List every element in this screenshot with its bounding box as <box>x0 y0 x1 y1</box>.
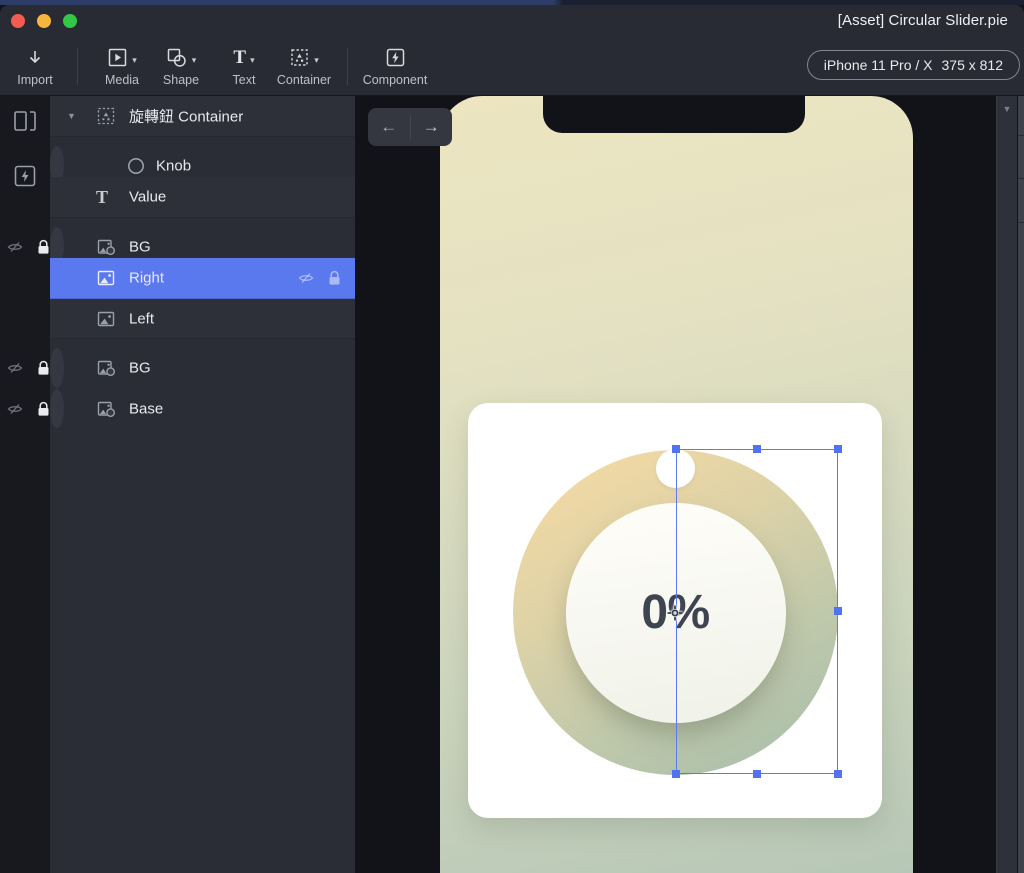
history-nav: ← → <box>368 108 452 146</box>
anchor-cursor-icon <box>666 604 684 622</box>
lock-icon[interactable] <box>328 270 341 286</box>
close-button[interactable] <box>11 14 25 28</box>
media-label: Media <box>104 73 140 87</box>
app-window: [Asset] Circular Slider.pie Import ▾ Med… <box>0 5 1024 873</box>
layer-row-base[interactable]: Base <box>7 388 163 429</box>
caret-down-icon: ▾ <box>191 55 197 65</box>
forward-button[interactable]: → <box>410 117 452 137</box>
main-area: ▼ 旋轉鈕 Container Knob T Value BG Right Le… <box>0 96 1024 873</box>
caret-down-icon: ▾ <box>250 55 255 65</box>
container-label: Container <box>276 73 332 87</box>
component-label: Component <box>362 73 428 87</box>
disclosure-down-icon[interactable]: ▼ <box>67 111 76 121</box>
canvas[interactable]: 0% ← → ▼ <box>355 96 1024 873</box>
selection-handle-top-right[interactable] <box>833 444 842 453</box>
lock-icon[interactable] <box>37 360 50 376</box>
layer-name: Right <box>129 269 165 287</box>
image-mask-layer-icon <box>96 237 118 257</box>
layer-row-left[interactable]: Left <box>50 298 355 339</box>
import-button[interactable]: Import <box>8 44 62 87</box>
left-rail <box>0 96 50 873</box>
layer-name: Knob <box>156 157 192 175</box>
minimize-button[interactable] <box>37 14 51 28</box>
trigger-panel-button[interactable] <box>13 164 37 188</box>
container-layer-icon <box>96 106 116 126</box>
zoom-button[interactable] <box>63 14 77 28</box>
trigger-lightning-icon <box>13 164 37 188</box>
container-icon <box>289 47 310 68</box>
lock-icon[interactable] <box>37 239 50 255</box>
selection-handle-top-center[interactable] <box>752 444 761 453</box>
shape-icon <box>166 47 188 69</box>
caret-down-icon: ▾ <box>132 55 137 65</box>
selection-handle-middle-right[interactable] <box>833 607 842 615</box>
scroll-up-arrow-icon[interactable]: ▼ <box>997 104 1017 114</box>
image-layer-icon <box>96 268 116 288</box>
visibility-hidden-icon[interactable] <box>6 240 24 254</box>
layer-row-value[interactable]: T Value <box>50 177 355 218</box>
visibility-hidden-icon[interactable] <box>297 271 315 285</box>
toolbar-divider <box>77 48 78 85</box>
device-size: 375 x 812 <box>941 57 1004 73</box>
visibility-hidden-icon[interactable] <box>6 361 24 375</box>
toolbar-divider <box>347 48 348 85</box>
titlebar: [Asset] Circular Slider.pie <box>0 5 1024 36</box>
media-icon <box>107 47 128 68</box>
toolbar: Import ▾ Media ▾ Shape T ▾ Text ▾ Contai… <box>0 36 1024 96</box>
image-layer-icon <box>96 309 116 329</box>
caret-down-icon: ▾ <box>314 55 319 65</box>
layer-name: BG <box>129 359 151 377</box>
slider-card: 0% <box>468 403 882 818</box>
layers-panel: ▼ 旋轉鈕 Container Knob T Value BG Right Le… <box>7 96 355 873</box>
oval-layer-icon <box>126 156 146 176</box>
canvas-scrollbar[interactable]: ▼ <box>996 96 1017 873</box>
layers-panel-toggle-button[interactable] <box>13 109 37 133</box>
shape-button[interactable]: ▾ Shape <box>150 44 212 87</box>
container-button[interactable]: ▾ Container <box>262 44 346 87</box>
visibility-hidden-icon[interactable] <box>6 402 24 416</box>
import-icon <box>8 44 62 71</box>
lock-icon[interactable] <box>37 401 50 417</box>
import-label: Import <box>17 73 53 87</box>
shape-label: Shape <box>162 73 200 87</box>
layer-name: BG <box>129 238 151 256</box>
layer-row-container[interactable]: ▼ 旋轉鈕 Container <box>50 96 355 137</box>
back-button[interactable]: ← <box>368 117 410 137</box>
selection-box[interactable] <box>671 444 842 778</box>
layer-name: Left <box>129 310 155 328</box>
right-panel-edge <box>1018 96 1024 873</box>
layer-name: Value <box>129 188 167 206</box>
panel-toggle-icon <box>13 110 37 132</box>
selection-handle-bottom-left[interactable] <box>671 769 680 778</box>
component-icon <box>352 44 438 71</box>
layer-name: 旋轉鈕 Container <box>129 108 244 126</box>
selection-handle-bottom-right[interactable] <box>833 769 842 778</box>
text-layer-icon: T <box>96 187 109 208</box>
layer-row-right-selected[interactable]: Right <box>50 258 355 299</box>
document-title: [Asset] Circular Slider.pie <box>837 12 1008 29</box>
device-notch <box>543 96 805 133</box>
image-mask-layer-icon <box>96 358 118 378</box>
image-mask-layer-icon <box>96 399 118 419</box>
text-tool-icon: T <box>233 46 247 68</box>
device-preview: 0% <box>440 96 913 873</box>
selection-handle-top-left[interactable] <box>671 444 680 453</box>
layer-name: Base <box>129 400 164 418</box>
selection-handle-bottom-center[interactable] <box>752 769 761 778</box>
layer-row-bg-bottom[interactable]: BG <box>7 348 151 389</box>
component-button[interactable]: Component <box>352 44 438 87</box>
media-button[interactable]: ▾ Media <box>88 44 156 87</box>
device-name: iPhone 11 Pro / X <box>823 57 933 73</box>
device-selector[interactable]: iPhone 11 Pro / X 375 x 812 <box>806 50 1020 80</box>
